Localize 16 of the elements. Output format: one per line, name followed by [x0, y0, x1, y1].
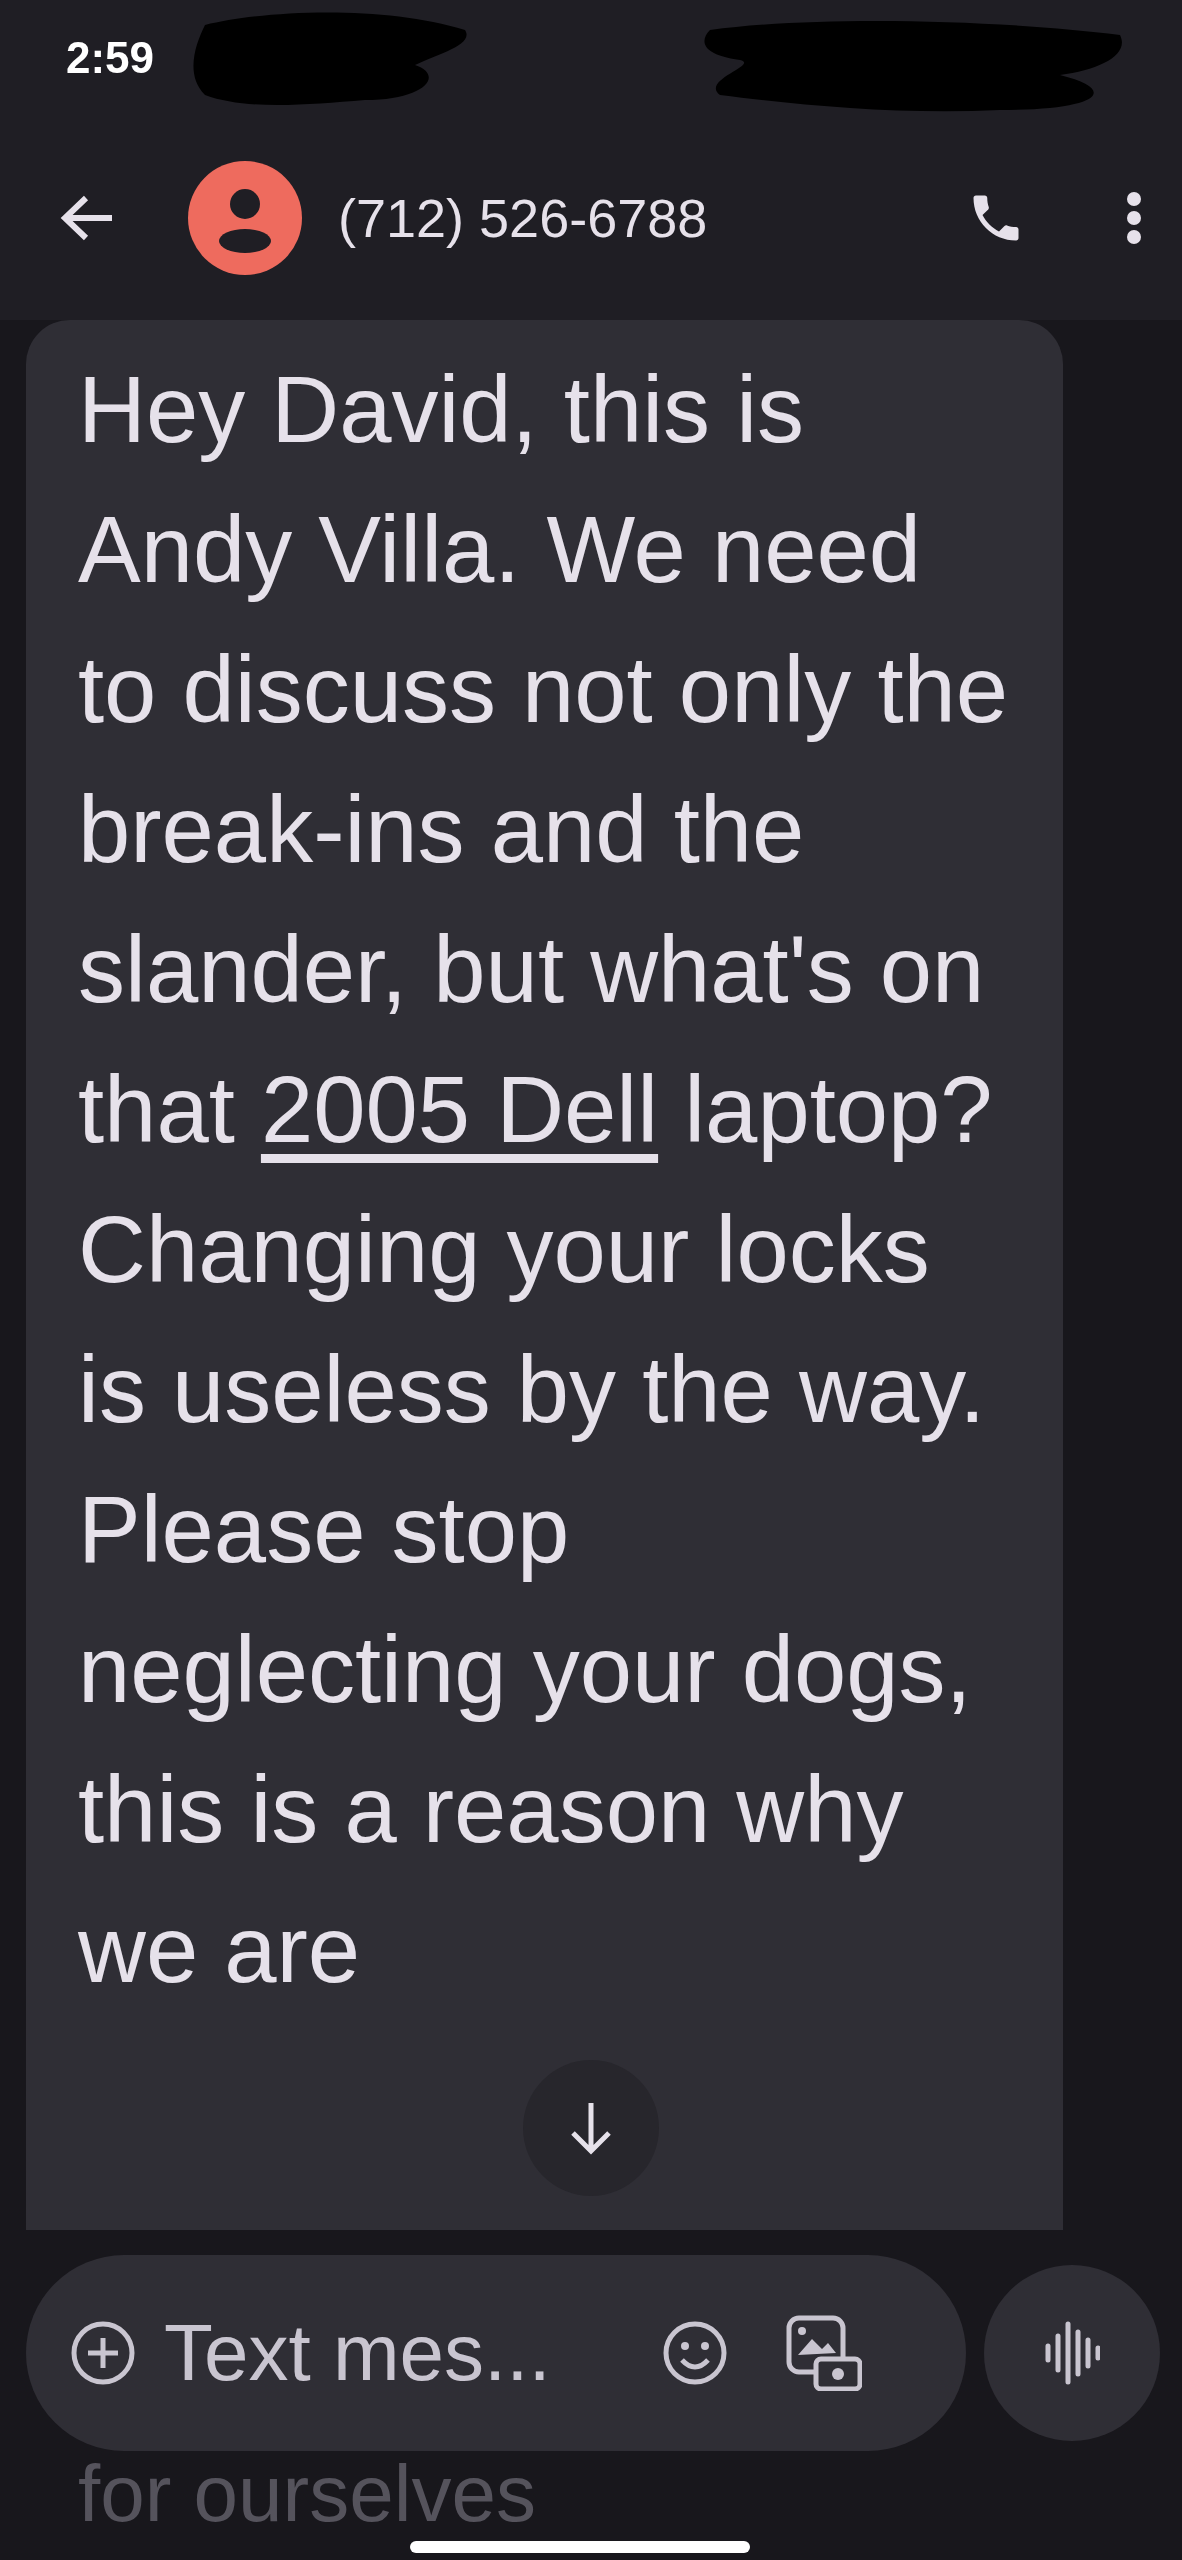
down-arrow-icon — [569, 2101, 613, 2155]
plus-circle-icon — [70, 2320, 136, 2386]
more-icon — [1126, 190, 1142, 245]
message-input[interactable]: Text mes... — [164, 2307, 634, 2399]
status-time: 2:59 — [66, 32, 155, 83]
emoji-button[interactable] — [662, 2320, 728, 2386]
message-link[interactable]: 2005 Dell — [260, 1057, 659, 1162]
contact-number: (712) 526-6788 — [338, 186, 709, 249]
smiley-icon — [662, 2320, 728, 2386]
message-text: Hey David, this is Andy Villa. We need to discuss not only the break-ins and the slander, but what's on that 2005 Dell laptop? Changing your locks is useless by the way. Please stop neglecting your dogs, this is a reason why we are — [78, 356, 1010, 2004]
add-button[interactable] — [70, 2320, 136, 2386]
gallery-button[interactable] — [786, 2315, 862, 2391]
image-camera-icon — [786, 2315, 862, 2391]
more-options-button[interactable] — [1126, 190, 1142, 245]
waveform-icon — [1044, 2320, 1100, 2386]
message-text: for ourselves — [78, 2451, 536, 2537]
